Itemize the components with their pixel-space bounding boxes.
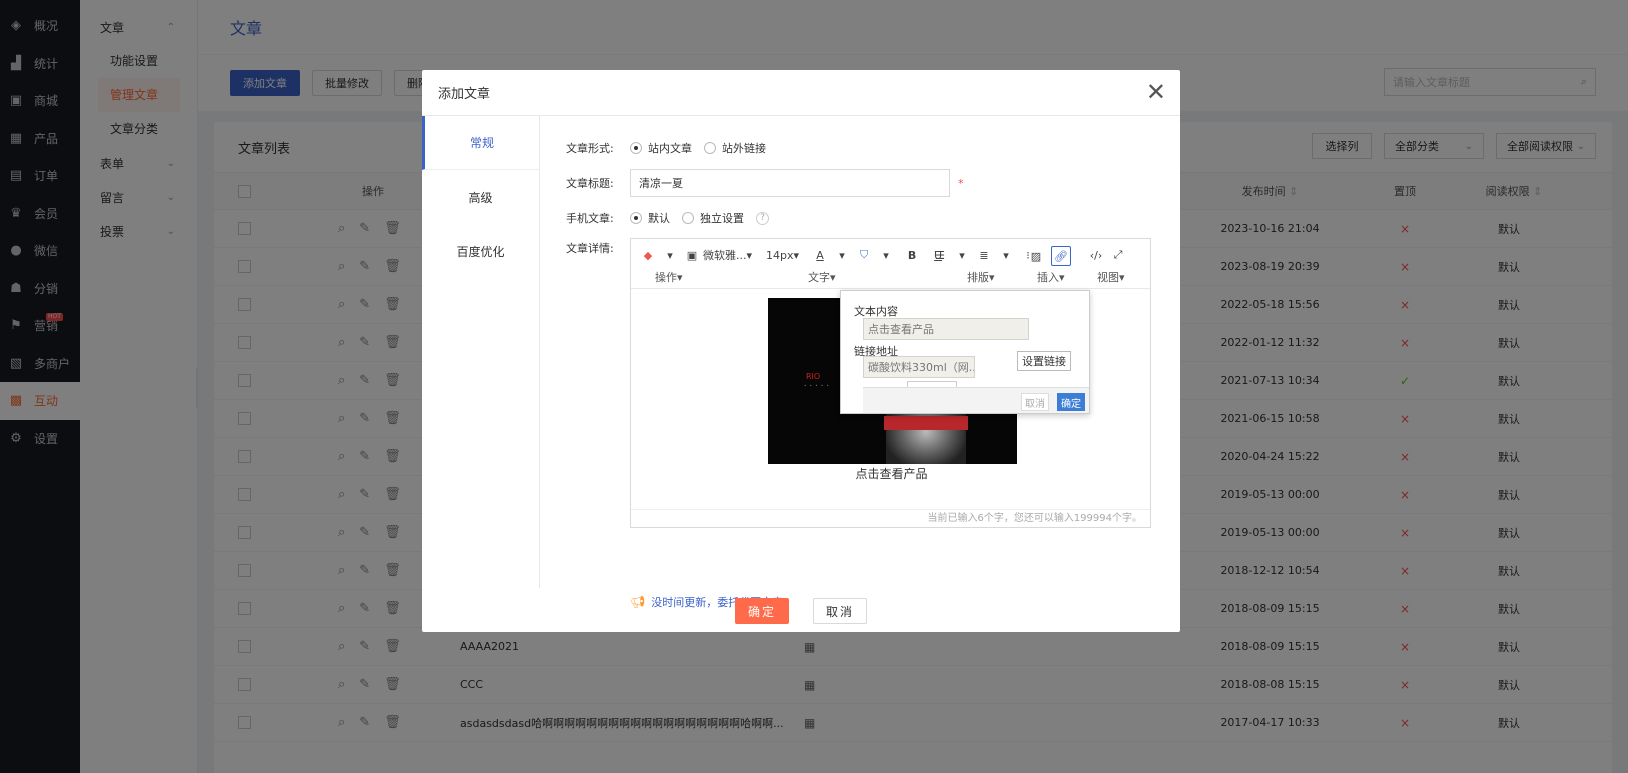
font-family-value: 微软雅...	[703, 249, 747, 262]
dropdown-icon[interactable]: ▾	[835, 246, 849, 264]
image-brand-line: • • • • •	[804, 383, 830, 388]
tab-advanced[interactable]: 高级	[422, 170, 539, 224]
toolbar-icons: ◆ ▾ ▣	[641, 246, 699, 264]
article-title-input[interactable]: 清凉一夏	[630, 169, 950, 197]
dropdown-icon[interactable]: ▾	[663, 246, 677, 264]
cancel-button[interactable]: 取消	[813, 598, 867, 624]
article-title-row: 文章标题: 清凉一夏 *	[566, 169, 964, 197]
toolbar-icons: ☰ ▾ ≣ ▾ ⁝	[933, 246, 1035, 264]
link-url-input[interactable]: 碳酸饮料330ml（网...	[863, 356, 975, 378]
field-label: 文章标题:	[566, 177, 614, 190]
radio-button[interactable]	[630, 212, 642, 224]
font-size-value: 14px	[766, 248, 794, 262]
radio-label: 站内文章	[648, 142, 692, 155]
font-color-icon[interactable]: A	[813, 246, 827, 264]
image-icon[interactable]: ▨	[1029, 247, 1043, 265]
dropdown-icon[interactable]: ▾	[999, 246, 1013, 264]
popup-cancel-button[interactable]: 取消	[1021, 393, 1049, 411]
field-label: 文章详情:	[566, 242, 614, 255]
rich-text-editor: ◆ ▾ ▣ 操作▾ 微软雅... ▾ 14px ▾ A ▾ ⛉ ▾ B U 文字▾	[630, 238, 1151, 528]
code-icon[interactable]: ‹/›	[1089, 246, 1103, 264]
article-type-row: 文章形式: 站内文章 站外链接	[566, 140, 778, 156]
required-mark: *	[958, 176, 964, 190]
link-popup: 文本内容 点击查看产品 链接地址 碳酸饮料330ml（网... 设置链接 取消 …	[840, 290, 1090, 414]
editor-toolbar: ◆ ▾ ▣ 操作▾ 微软雅... ▾ 14px ▾ A ▾ ⛉ ▾ B U 文字▾	[631, 239, 1150, 289]
modal-header: 添加文章 ✕	[422, 70, 1180, 116]
tab-seo[interactable]: 百度优化	[422, 224, 539, 278]
tab-general[interactable]: 常规	[422, 116, 539, 170]
radio-button[interactable]	[630, 142, 642, 154]
group-label-text: 操作	[655, 271, 677, 284]
eraser-icon[interactable]: ◆	[641, 246, 655, 264]
toolbar-group-view: ‹/› ⤢ 视图▾	[1089, 239, 1149, 289]
editor-body[interactable]: RIO • • • • • 点击查看产品 文本内容 点击查看产品 链接地址 碳酸…	[631, 289, 1150, 511]
radio-label: 站外链接	[722, 142, 766, 155]
radio-label: 默认	[648, 212, 670, 225]
article-detail-row: 文章详情:	[566, 240, 630, 256]
indent-icon[interactable]: ≣	[977, 246, 991, 264]
field-label: 文章形式:	[566, 142, 614, 155]
toolbar-group-label[interactable]: 插入▾	[1037, 269, 1065, 285]
group-label-text: 文字	[808, 271, 830, 284]
save-icon[interactable]: ▣	[685, 246, 699, 264]
toolbar-group-label[interactable]: 文字▾	[808, 269, 836, 285]
toolbar-group-label[interactable]: 排版▾	[967, 269, 995, 285]
radio-default[interactable]: 默认	[630, 210, 670, 226]
close-icon[interactable]: ✕	[1146, 80, 1166, 104]
set-link-button[interactable]: 设置链接	[1017, 351, 1071, 371]
mobile-article-row: 手机文章: 默认 独立设置 ?	[566, 210, 769, 226]
radio-label: 独立设置	[700, 212, 744, 225]
modal-tabs: 常规 高级 百度优化	[422, 116, 540, 588]
toolbar-group-op: ◆ ▾ ▣ 操作▾	[641, 239, 699, 289]
radio-internal[interactable]: 站内文章	[630, 140, 692, 156]
toolbar-icons: ▨ 🔗︎	[1029, 246, 1071, 266]
highlight-icon[interactable]: ⛉	[857, 246, 871, 264]
image-can-band	[884, 416, 968, 430]
popup-footer: 取消 确定	[863, 387, 1089, 413]
help-icon[interactable]: ?	[756, 211, 769, 225]
toolbar-group-label[interactable]: 操作▾	[655, 269, 683, 285]
image-caption-link[interactable]: 点击查看产品	[631, 465, 1152, 482]
toolbar-group-label[interactable]: 视图▾	[1097, 269, 1125, 285]
radio-external[interactable]: 站外链接	[704, 140, 766, 156]
link-text-label: 文本内容	[854, 305, 898, 318]
font-family-select[interactable]: 微软雅... ▾	[703, 246, 752, 264]
field-label: 手机文章:	[566, 212, 614, 225]
toolbar-icons: 微软雅... ▾ 14px ▾ A ▾ ⛉ ▾ B U	[703, 246, 945, 264]
toolbar-icons: ‹/› ⤢	[1089, 246, 1125, 264]
group-label-text: 排版	[967, 271, 989, 284]
dropdown-icon[interactable]: ▾	[879, 246, 893, 264]
bold-icon[interactable]: B	[905, 246, 919, 264]
align-icon[interactable]: ☰	[933, 246, 947, 264]
group-label-text: 视图	[1097, 271, 1119, 284]
link-text-input[interactable]: 点击查看产品	[863, 318, 1029, 340]
fullscreen-icon[interactable]: ⤢	[1111, 246, 1125, 264]
modal-footer: 确定 取消	[422, 598, 1180, 624]
dropdown-icon[interactable]: ▾	[955, 246, 969, 264]
editor-status: 当前已输入6个字，您还可以输入199994个字。	[631, 509, 1150, 527]
toolbar-group-layout: ☰ ▾ ≣ ▾ ⁝ 排版▾	[933, 239, 1030, 289]
radio-independent[interactable]: 独立设置	[682, 210, 744, 226]
confirm-button[interactable]: 确定	[735, 598, 789, 624]
image-brand-logo: RIO	[806, 372, 821, 381]
radio-button[interactable]	[704, 142, 716, 154]
popup-ok-button[interactable]: 确定	[1057, 393, 1085, 411]
group-label-text: 插入	[1037, 271, 1059, 284]
toolbar-group-insert: ▨ 🔗︎ 插入▾	[1029, 239, 1081, 289]
toolbar-group-text: 微软雅... ▾ 14px ▾ A ▾ ⛉ ▾ B U 文字▾	[703, 239, 942, 289]
link-icon[interactable]: 🔗︎	[1051, 246, 1071, 266]
font-size-select[interactable]: 14px ▾	[766, 246, 799, 264]
radio-button[interactable]	[682, 212, 694, 224]
modal-title: 添加文章	[438, 87, 491, 102]
add-article-modal: 添加文章 ✕ 常规 高级 百度优化 文章形式: 站内文章 站外链接 文章标题: …	[422, 70, 1180, 632]
